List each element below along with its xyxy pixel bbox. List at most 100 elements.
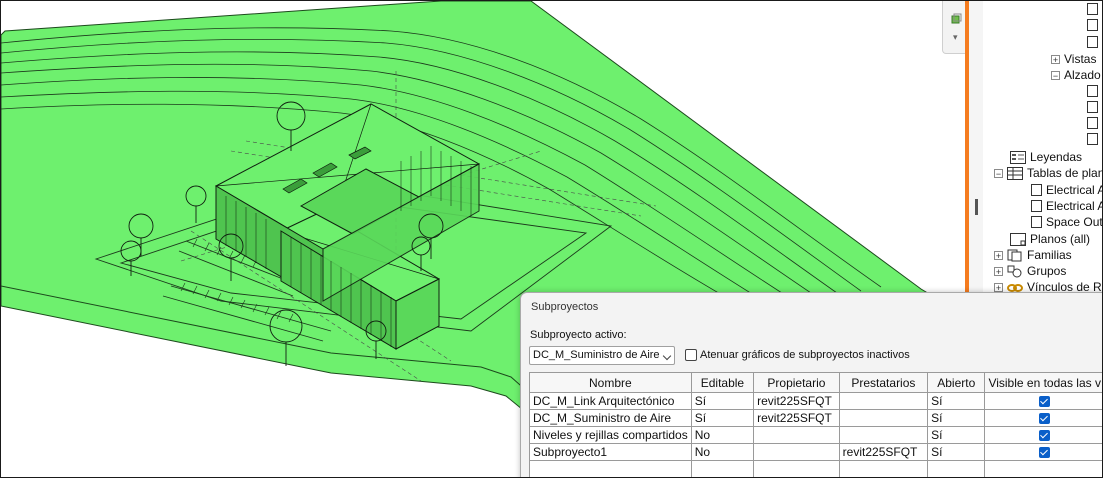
dim-inactive-checkbox[interactable]	[685, 349, 697, 361]
view-icon	[1031, 216, 1042, 228]
tree-item-leyendas[interactable]: Leyendas	[1010, 149, 1082, 165]
table-row[interactable]: Subproyecto1 No revit225SFQT Sí	[529, 443, 1102, 461]
cell-owner	[753, 443, 840, 461]
tree-leaf-view[interactable]	[1087, 131, 1098, 147]
tree-item-vistas[interactable]: + Vistas	[1051, 51, 1096, 67]
cell-editable[interactable]: Sí	[690, 392, 755, 410]
chevron-down-icon	[662, 351, 672, 361]
col-header-prestatarios[interactable]: Prestatarios	[838, 372, 929, 393]
browser-scrollbar[interactable]	[969, 1, 983, 293]
tree-leaf-view[interactable]	[1087, 83, 1098, 99]
expand-icon[interactable]: +	[994, 250, 1003, 260]
cell-empty	[838, 460, 929, 477]
cell-owner: revit225SFQT	[753, 392, 840, 410]
visible-checkbox[interactable]	[1039, 430, 1051, 442]
table-row-empty	[529, 460, 1102, 477]
worksets-table: Nombre Editable Propietario Prestatarios…	[529, 372, 1102, 477]
expand-icon[interactable]: +	[994, 282, 1003, 292]
view-icon	[1031, 200, 1042, 212]
browser-scroll-thumb[interactable]	[975, 199, 978, 215]
cell-visible[interactable]	[984, 426, 1102, 444]
cell-name[interactable]: DC_M_Suministro de Aire	[529, 409, 692, 427]
cell-name[interactable]: Niveles y rejillas compartidos	[529, 426, 692, 444]
tree-item-planos[interactable]: Planos (all)	[1010, 231, 1090, 247]
cell-visible[interactable]	[984, 409, 1102, 427]
cell-borrowers	[838, 426, 929, 444]
tree-label: Space Outo	[1046, 215, 1102, 229]
cell-borrowers: revit225SFQT	[838, 443, 929, 461]
tree-label: Alzado	[1064, 68, 1101, 82]
dialog-title: Subproyectos	[531, 301, 599, 313]
tree-label: Tablas de plani	[1027, 166, 1102, 180]
active-workset-select[interactable]: DC_M_Suministro de Aire	[529, 346, 675, 365]
visible-checkbox[interactable]	[1039, 447, 1051, 459]
cell-name[interactable]: DC_M_Link Arquitectónico	[529, 392, 692, 410]
table-header-row: Nombre Editable Propietario Prestatarios…	[529, 372, 1102, 393]
tree-item-vinculos[interactable]: + Vínculos de Re	[994, 279, 1102, 293]
tree-label: Vistas	[1064, 52, 1097, 66]
table-row[interactable]: DC_M_Link Arquitectónico Sí revit225SFQT…	[529, 392, 1102, 410]
cell-open[interactable]: Sí	[927, 426, 986, 444]
tree-item-alzado[interactable]: − Alzado	[1051, 67, 1101, 83]
cell-editable[interactable]: Sí	[690, 409, 755, 427]
tree-leaf-view[interactable]	[1087, 1, 1098, 17]
col-header-editable[interactable]: Editable	[690, 372, 755, 393]
cell-editable[interactable]: No	[690, 443, 755, 461]
schedule-icon	[1007, 166, 1023, 180]
tree-leaf-view[interactable]	[1087, 34, 1098, 50]
cell-name[interactable]: Subproyecto1	[529, 443, 692, 461]
cell-open[interactable]: Sí	[927, 443, 986, 461]
view-icon	[1031, 184, 1042, 196]
project-browser: + Vistas − Alzado Leyendas − Tablas de p…	[969, 1, 1102, 293]
families-icon	[1007, 249, 1023, 262]
tree-item-schedule[interactable]: Electrical A	[1031, 198, 1102, 214]
view-icon	[1087, 3, 1098, 15]
view-icon	[1087, 101, 1098, 113]
cell-visible[interactable]	[984, 443, 1102, 461]
cell-empty	[753, 460, 840, 477]
col-header-propietario[interactable]: Propietario	[753, 372, 840, 393]
tree-leaf-view[interactable]	[1087, 115, 1098, 131]
tree-item-schedule[interactable]: Space Outo	[1031, 214, 1102, 230]
expand-icon[interactable]: +	[994, 266, 1003, 276]
tree-item-tablas[interactable]: − Tablas de plani	[994, 165, 1102, 181]
visible-checkbox[interactable]	[1039, 396, 1051, 408]
tree-item-schedule[interactable]: Electrical A	[1031, 182, 1102, 198]
visible-checkbox[interactable]	[1039, 413, 1051, 425]
chevron-down-icon[interactable]: ▾	[953, 33, 958, 42]
cell-borrowers	[838, 392, 929, 410]
tree-leaf-view[interactable]	[1087, 17, 1098, 33]
collapse-icon[interactable]: −	[1051, 70, 1060, 80]
view-icon	[1087, 117, 1098, 129]
view-icon	[1087, 36, 1098, 48]
tree-label: Leyendas	[1030, 150, 1083, 164]
col-header-nombre[interactable]: Nombre	[529, 372, 692, 393]
tree-label: Planos (all)	[1030, 232, 1091, 246]
cell-open[interactable]: Sí	[927, 409, 986, 427]
cell-open[interactable]: Sí	[927, 392, 986, 410]
col-header-visible[interactable]: Visible en todas las v	[984, 372, 1102, 393]
expand-icon[interactable]: +	[1051, 54, 1060, 64]
worksets-dialog: Subproyectos Subproyecto activo: DC_M_Su…	[520, 292, 1102, 477]
dim-inactive-label[interactable]: Atenuar gráficos de subproyectos inactiv…	[700, 349, 910, 361]
zoom-region-icon[interactable]	[951, 13, 962, 24]
cell-editable[interactable]: No	[690, 426, 755, 444]
collapse-icon[interactable]: −	[994, 168, 1003, 178]
cell-borrowers	[838, 409, 929, 427]
cell-visible[interactable]	[984, 392, 1102, 410]
groups-icon	[1007, 265, 1023, 278]
view-icon	[1087, 133, 1098, 145]
table-row[interactable]: Niveles y rejillas compartidos No Sí	[529, 426, 1102, 444]
legend-icon	[1010, 150, 1026, 164]
cell-owner	[753, 426, 840, 444]
tree-item-familias[interactable]: + Familias	[994, 247, 1072, 263]
view-icon	[1087, 85, 1098, 97]
table-row[interactable]: DC_M_Suministro de Aire Sí revit225SFQT …	[529, 409, 1102, 427]
col-header-abierto[interactable]: Abierto	[927, 372, 986, 393]
tree-label: Electrical A	[1046, 183, 1102, 197]
active-workset-label: Subproyecto activo:	[530, 329, 627, 341]
tree-item-grupos[interactable]: + Grupos	[994, 263, 1066, 279]
tree-label: Electrical A	[1046, 199, 1102, 213]
tree-leaf-view[interactable]	[1087, 99, 1098, 115]
view-icon	[1087, 19, 1098, 31]
